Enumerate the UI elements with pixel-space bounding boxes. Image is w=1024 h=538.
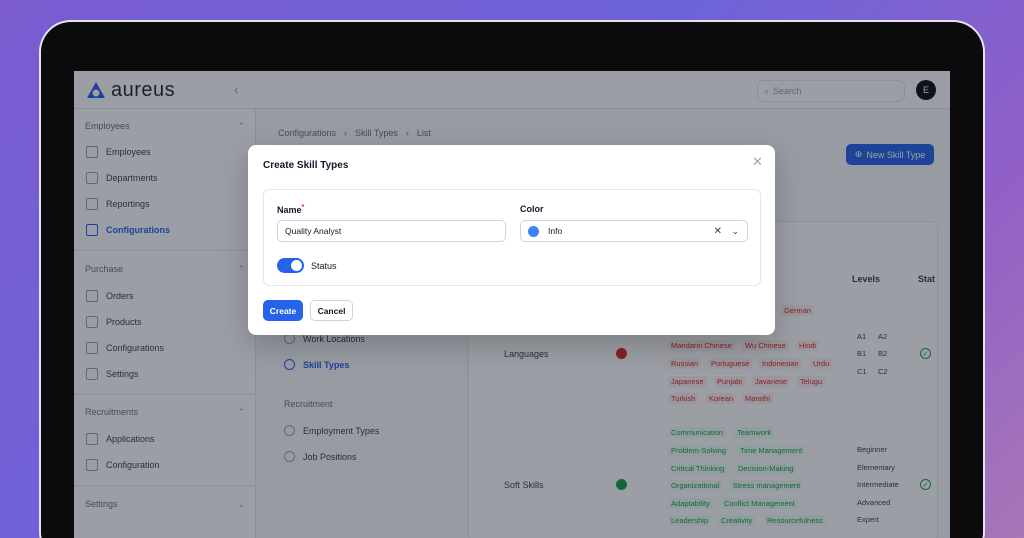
status-toggle[interactable] [277,258,304,273]
name-field[interactable]: Quality Analyst [277,220,506,242]
color-swatch [528,225,539,237]
modal-form: Name* Quality Analyst Color Info ✕ ⌄ Sta… [263,189,761,286]
name-label-text: Name [277,205,302,215]
close-icon[interactable]: ✕ [752,154,763,170]
modal-title: Create Skill Types [263,160,349,171]
clear-icon[interactable]: ✕ [714,226,722,237]
chevron-down-icon[interactable]: ⌄ [731,226,739,237]
cancel-button[interactable]: Cancel [310,300,353,321]
color-select[interactable]: Info ✕ ⌄ [520,220,748,242]
required-mark: * [301,204,305,211]
create-skill-type-modal: Create Skill Types ✕ Name* Quality Analy… [248,145,775,335]
create-button[interactable]: Create [263,300,303,321]
toggle-knob [291,260,302,271]
color-label: Color [520,204,544,214]
color-select-value: Info [548,226,563,236]
status-label: Status [311,261,337,271]
name-label: Name* [277,204,304,215]
